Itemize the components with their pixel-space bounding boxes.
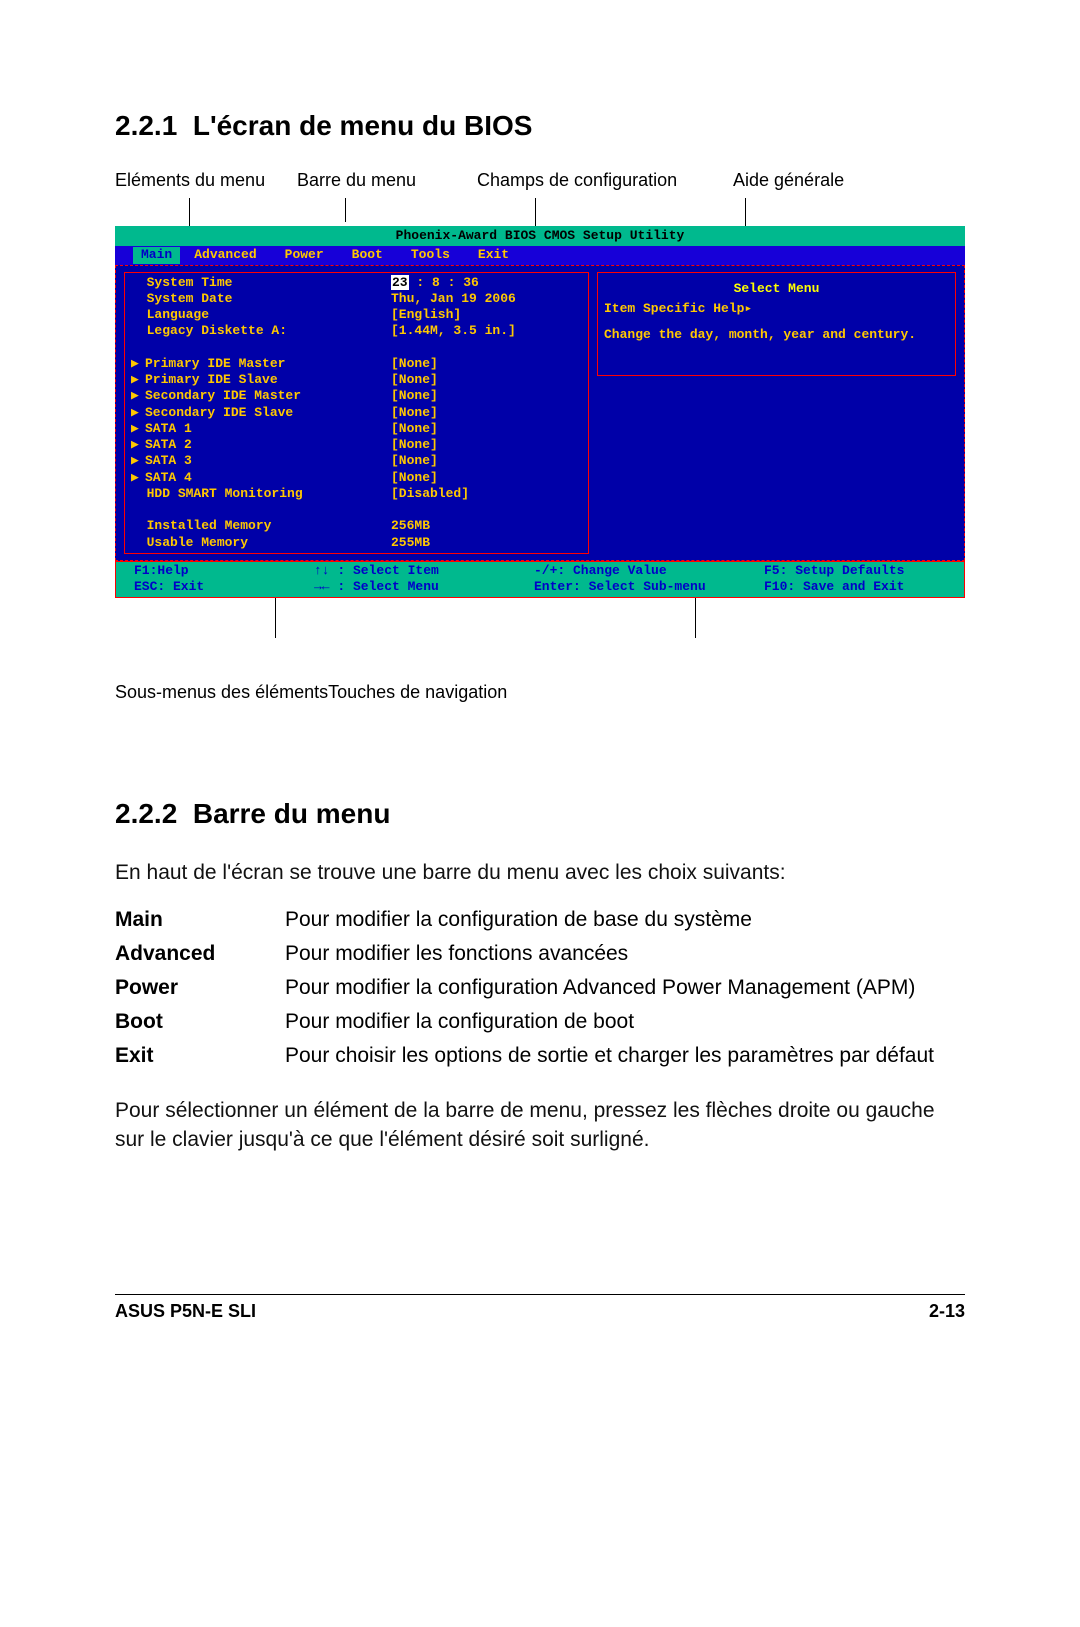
submenu-arrow-icon: ▶: [131, 356, 145, 372]
submenu-arrow-icon: ▶: [131, 372, 145, 388]
menu-tools[interactable]: Tools: [397, 247, 464, 263]
def-desc: Pour choisir les options de sortie et ch…: [285, 1044, 965, 1068]
top-annotations: Eléments du menu Barre du menu Champs de…: [115, 170, 965, 196]
annot-elements: Eléments du menu: [115, 170, 265, 191]
help-subhead: Item Specific Help▸: [604, 301, 949, 317]
page-footer: ASUS P5N-E SLI 2-13: [115, 1301, 965, 1322]
def-desc: Pour modifier la configuration Advanced …: [285, 976, 965, 1000]
menu-main[interactable]: Main: [133, 247, 180, 263]
key-f1: F1:Help: [134, 563, 314, 579]
section-num: 2.2.2: [115, 798, 177, 829]
def-desc: Pour modifier la configuration de base d…: [285, 908, 965, 932]
menu-advanced[interactable]: Advanced: [180, 247, 270, 263]
annot-navkeys: Touches de navigation: [328, 682, 507, 708]
submenu-arrow-icon: ▶: [131, 437, 145, 453]
menu-boot[interactable]: Boot: [338, 247, 397, 263]
section-heading-1: 2.2.1 L'écran de menu du BIOS: [115, 110, 965, 142]
submenu-arrow-icon: ▶: [131, 421, 145, 437]
annot-fields: Champs de configuration: [477, 170, 677, 191]
bottom-annotations: Sous-menus des éléments Touches de navig…: [115, 682, 965, 708]
bios-menubar[interactable]: Main Advanced Power Boot Tools Exit: [115, 246, 965, 264]
key-enter: Enter: Select Sub-menu: [534, 579, 764, 595]
def-term: Main: [115, 908, 285, 932]
bios-footer-keys: F1:Help ↑↓ : Select Item -/+: Change Val…: [115, 561, 965, 599]
key-f10: F10: Save and Exit: [764, 579, 958, 595]
submenu-arrow-icon: ▶: [131, 388, 145, 404]
bios-screen: Phoenix-Award BIOS CMOS Setup Utility Ma…: [115, 226, 965, 598]
footer-rule: [115, 1294, 965, 1295]
annot-submenus: Sous-menus des éléments: [115, 682, 328, 708]
outro-text: Pour sélectionner un élément de la barre…: [115, 1096, 965, 1155]
submenu-arrow-icon: ▶: [131, 405, 145, 421]
submenu-arrow-icon: ▶: [131, 453, 145, 469]
bios-items-panel: System Time23 : 8 : 36 System DateThu, J…: [124, 272, 589, 554]
def-term: Power: [115, 976, 285, 1000]
bios-title: Phoenix-Award BIOS CMOS Setup Utility: [115, 226, 965, 246]
help-body: Change the day, month, year and century.: [604, 327, 949, 343]
menu-exit[interactable]: Exit: [464, 247, 523, 263]
help-header: Select Menu: [604, 277, 949, 301]
menu-definitions: Main Pour modifier la configuration de b…: [115, 908, 965, 1068]
key-leftright: →← : Select Menu: [314, 579, 534, 595]
key-esc: ESC: Exit: [134, 579, 314, 595]
bios-help-panel: Select Menu Item Specific Help▸ Change t…: [593, 272, 964, 554]
annot-menubar: Barre du menu: [297, 170, 416, 191]
section-heading-2: 2.2.2 Barre du menu: [115, 798, 965, 830]
section-title: Barre du menu: [193, 798, 391, 829]
def-term: Boot: [115, 1010, 285, 1034]
section-title: L'écran de menu du BIOS: [193, 110, 533, 141]
key-f5: F5: Setup Defaults: [764, 563, 958, 579]
footer-left: ASUS P5N-E SLI: [115, 1301, 256, 1322]
annot-help: Aide générale: [733, 170, 844, 191]
menu-power[interactable]: Power: [271, 247, 338, 263]
intro-text: En haut de l'écran se trouve une barre d…: [115, 858, 965, 887]
def-desc: Pour modifier la configuration de boot: [285, 1010, 965, 1034]
def-desc: Pour modifier les fonctions avancées: [285, 942, 965, 966]
key-plusminus: -/+: Change Value: [534, 563, 764, 579]
def-term: Advanced: [115, 942, 285, 966]
submenu-arrow-icon: ▶: [131, 470, 145, 486]
footer-right: 2-13: [929, 1301, 965, 1322]
key-updown: ↑↓ : Select Item: [314, 563, 534, 579]
section-num: 2.2.1: [115, 110, 177, 141]
def-term: Exit: [115, 1044, 285, 1068]
